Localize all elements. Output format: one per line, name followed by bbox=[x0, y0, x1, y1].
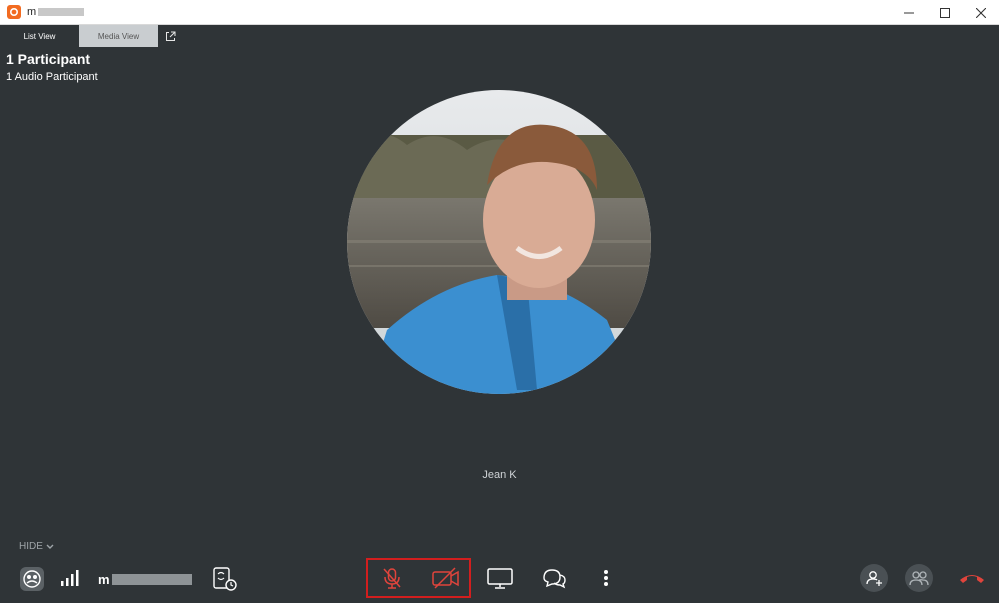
hide-label: HIDE bbox=[19, 541, 43, 552]
title-bar: m bbox=[0, 0, 999, 25]
call-settings-button[interactable] bbox=[212, 566, 238, 592]
more-options-icon bbox=[604, 570, 608, 586]
stop-video-button[interactable] bbox=[431, 566, 461, 590]
close-button[interactable] bbox=[963, 0, 999, 25]
maximize-button[interactable] bbox=[927, 0, 963, 25]
chat-icon bbox=[543, 569, 566, 589]
participant-avatar bbox=[347, 90, 651, 394]
add-participant-button[interactable] bbox=[860, 564, 888, 592]
current-user-name: m bbox=[98, 572, 192, 587]
maximize-icon bbox=[940, 7, 950, 18]
self-view-button[interactable] bbox=[19, 566, 45, 592]
chevron-down-icon bbox=[46, 544, 54, 549]
end-call-button[interactable] bbox=[957, 568, 987, 588]
view-tabs: List View Media View bbox=[0, 25, 182, 47]
participants-button[interactable] bbox=[905, 564, 933, 592]
self-view-icon bbox=[20, 567, 44, 591]
participant-name: Jean K bbox=[482, 469, 517, 481]
call-settings-icon bbox=[213, 567, 237, 591]
external-link-icon bbox=[165, 31, 175, 41]
minimize-icon bbox=[904, 12, 914, 13]
mute-microphone-icon bbox=[383, 568, 401, 589]
close-icon bbox=[976, 7, 986, 18]
share-screen-button[interactable] bbox=[486, 566, 514, 590]
minimize-button[interactable] bbox=[891, 0, 927, 25]
add-participant-icon bbox=[866, 571, 882, 586]
end-call-icon bbox=[960, 575, 984, 583]
signal-strength-icon bbox=[61, 570, 79, 586]
mute-microphone-button[interactable] bbox=[380, 566, 404, 590]
chat-button[interactable] bbox=[540, 566, 568, 590]
signal-strength-indicator[interactable] bbox=[60, 569, 82, 587]
redacted-title bbox=[38, 8, 85, 17]
redacted-username bbox=[111, 574, 192, 585]
audio-participant-count: 1 Audio Participant bbox=[6, 71, 98, 83]
stop-video-icon bbox=[432, 567, 459, 589]
window-title: m bbox=[27, 6, 85, 18]
participant-count: 1 Participant bbox=[6, 51, 91, 67]
hide-toggle[interactable]: HIDE bbox=[19, 541, 54, 552]
tab-list-view[interactable]: List View bbox=[0, 25, 79, 47]
popout-button[interactable] bbox=[158, 25, 182, 47]
app-logo-icon bbox=[7, 5, 21, 19]
share-screen-icon bbox=[487, 568, 513, 589]
tab-media-view[interactable]: Media View bbox=[79, 25, 158, 47]
participants-icon bbox=[909, 571, 929, 586]
more-options-button[interactable] bbox=[600, 568, 612, 588]
